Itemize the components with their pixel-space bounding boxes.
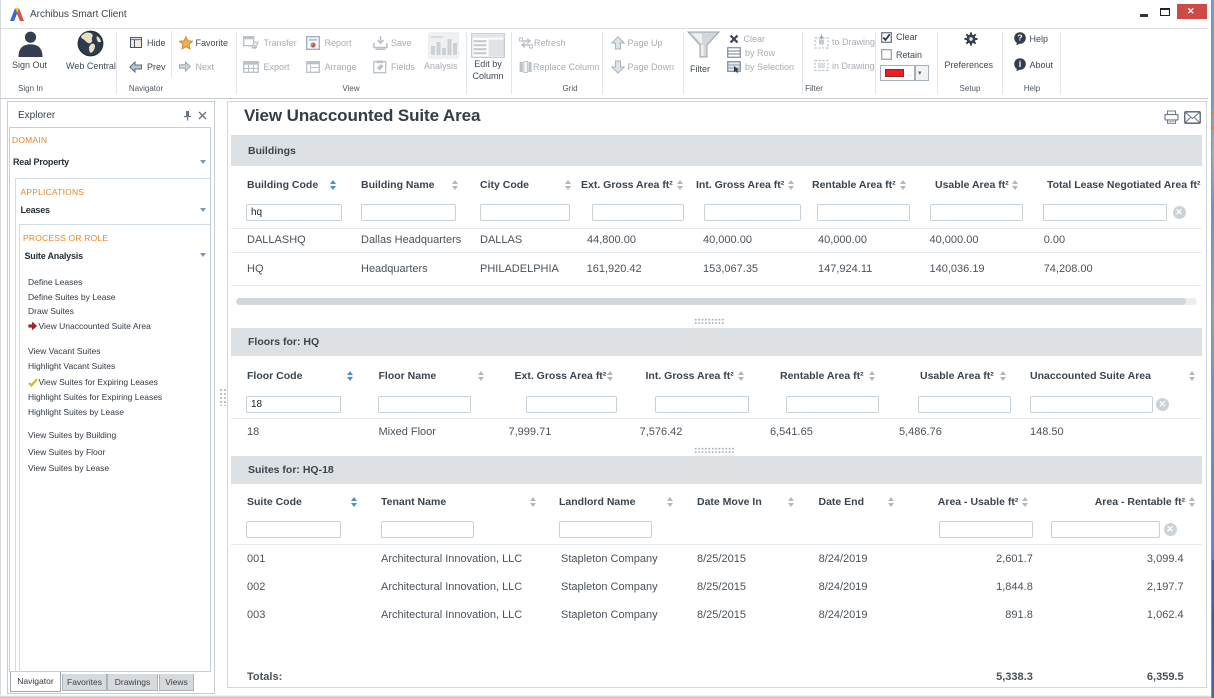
svg-text:?: ? — [1017, 32, 1022, 42]
svg-text:i: i — [1019, 59, 1022, 69]
